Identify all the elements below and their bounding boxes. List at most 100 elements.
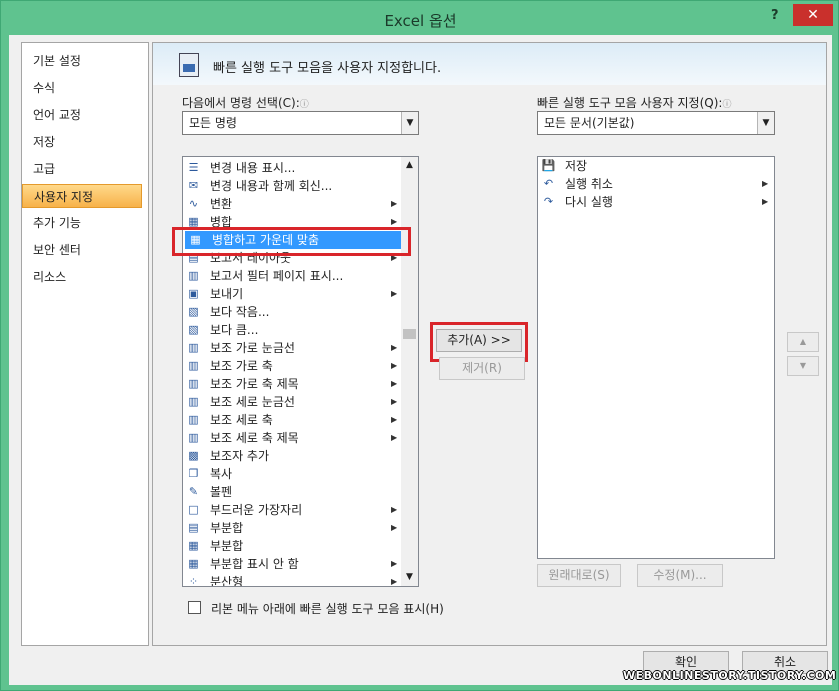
command-item[interactable]: □ 부드러운 가장자리 ▶ bbox=[183, 501, 401, 519]
nav-item[interactable]: 고급 bbox=[22, 157, 148, 181]
command-label: 볼펜 bbox=[210, 485, 233, 499]
remove-button[interactable]: 제거(R) bbox=[439, 357, 525, 380]
command-label: 보다 작음... bbox=[210, 305, 270, 319]
command-item[interactable]: ▥ 보조 세로 축 ▶ bbox=[183, 411, 401, 429]
submenu-arrow-icon: ▶ bbox=[391, 343, 398, 352]
command-label: 보조 가로 눈금선 bbox=[210, 341, 295, 355]
submenu-arrow-icon: ▶ bbox=[391, 361, 398, 370]
toolbar-item[interactable]: 💾 저장 bbox=[538, 157, 774, 175]
toolbar-scope-dropdown[interactable]: 모든 문서(기본값) ▼ bbox=[537, 111, 775, 135]
command-item[interactable]: ▤ 부분합 ▶ bbox=[183, 519, 401, 537]
submenu-arrow-icon: ▶ bbox=[762, 197, 769, 206]
command-label: 보조 세로 축 bbox=[210, 413, 273, 427]
help-button[interactable]: ? bbox=[771, 8, 779, 23]
title-bar: Excel 옵션 ? ✕ bbox=[1, 1, 839, 37]
command-item[interactable]: ▦ 부분합 bbox=[183, 537, 401, 555]
chevron-down-icon[interactable]: ▼ bbox=[757, 112, 774, 134]
toolbar-item[interactable]: ↶ 실행 취소 ▶ bbox=[538, 175, 774, 193]
command-item[interactable]: ▥ 보조 세로 눈금선 ▶ bbox=[183, 393, 401, 411]
toolbar-item-icon: ↶ bbox=[543, 177, 554, 190]
toolbar-item-icon: ↷ bbox=[543, 195, 554, 208]
toolbar-item[interactable]: ↷ 다시 실행 ▶ bbox=[538, 193, 774, 211]
command-item[interactable]: ▥ 보조 가로 눈금선 ▶ bbox=[183, 339, 401, 357]
submenu-arrow-icon: ▶ bbox=[391, 559, 398, 568]
command-icon: ▥ bbox=[188, 359, 199, 372]
commands-scrollbar[interactable]: ▲ ▼ bbox=[401, 157, 418, 586]
scroll-up-icon[interactable]: ▲ bbox=[401, 157, 418, 174]
command-icon: ▥ bbox=[188, 395, 199, 408]
command-icon: ▥ bbox=[188, 431, 199, 444]
command-label: 보내기 bbox=[210, 287, 244, 301]
command-icon: ▧ bbox=[188, 305, 199, 318]
modify-button[interactable]: 수정(M)... bbox=[637, 564, 723, 587]
toolbar-item-icon: 💾 bbox=[541, 159, 556, 172]
toolbar-item-label: 저장 bbox=[565, 159, 588, 173]
customize-toolbar-label: 빠른 실행 도구 모음 사용자 지정(Q):ⓘ bbox=[537, 94, 731, 111]
command-icon: ▥ bbox=[188, 269, 199, 282]
toolbar-item-label: 실행 취소 bbox=[565, 177, 613, 191]
scroll-thumb[interactable] bbox=[403, 329, 416, 339]
show-below-ribbon-label: 리본 메뉴 아래에 빠른 실행 도구 모음 표시(H) bbox=[211, 602, 444, 616]
command-item[interactable]: ✉ 변경 내용과 함께 회신... bbox=[183, 177, 401, 195]
command-item[interactable]: ▧ 보다 작음... bbox=[183, 303, 401, 321]
page-title: 빠른 실행 도구 모음을 사용자 지정합니다. bbox=[213, 61, 442, 76]
command-item[interactable]: ▥ 보조 가로 축 제목 ▶ bbox=[183, 375, 401, 393]
move-down-button[interactable]: ▼ bbox=[787, 356, 819, 376]
toolbar-commands-list[interactable]: 💾 저장 ↶ 실행 취소 ▶ ↷ 다시 실행 ▶ bbox=[537, 156, 775, 559]
submenu-arrow-icon: ▶ bbox=[391, 397, 398, 406]
command-label: 보조 세로 눈금선 bbox=[210, 395, 295, 409]
header-band: 빠른 실행 도구 모음을 사용자 지정합니다. bbox=[153, 43, 826, 85]
command-item[interactable]: ▩ 보조자 추가 bbox=[183, 447, 401, 465]
selected-command-highlight bbox=[172, 227, 411, 256]
command-item[interactable]: ▥ 보조 가로 축 ▶ bbox=[183, 357, 401, 375]
command-icon: ▦ bbox=[188, 557, 199, 570]
submenu-arrow-icon: ▶ bbox=[391, 577, 398, 586]
command-icon: ▤ bbox=[188, 521, 199, 534]
command-item[interactable]: ☰ 변경 내용 표시... bbox=[183, 159, 401, 177]
command-icon: ▧ bbox=[188, 323, 199, 336]
show-below-ribbon-checkbox[interactable] bbox=[188, 601, 201, 614]
info-icon: ⓘ bbox=[299, 100, 309, 110]
reset-button[interactable]: 원래대로(S) bbox=[537, 564, 621, 587]
command-icon: ✉ bbox=[188, 179, 199, 192]
submenu-arrow-icon: ▶ bbox=[391, 199, 398, 208]
nav-item[interactable]: 수식 bbox=[22, 76, 148, 100]
command-item[interactable]: ▣ 보내기 ▶ bbox=[183, 285, 401, 303]
move-up-button[interactable]: ▲ bbox=[787, 332, 819, 352]
command-icon: ▥ bbox=[188, 413, 199, 426]
command-item[interactable]: ⁘ 분산형 ▶ bbox=[183, 573, 401, 586]
command-item[interactable]: ❐ 복사 bbox=[183, 465, 401, 483]
nav-item[interactable]: 사용자 지정 bbox=[22, 184, 142, 208]
command-item[interactable]: ▧ 보다 큼... bbox=[183, 321, 401, 339]
nav-item[interactable]: 리소스 bbox=[22, 265, 148, 289]
command-label: 보다 큼... bbox=[210, 323, 259, 337]
submenu-arrow-icon: ▶ bbox=[391, 523, 398, 532]
submenu-arrow-icon: ▶ bbox=[391, 415, 398, 424]
excel-options-window: Excel 옵션 ? ✕ 기본 설정 수식 언어 교정 저장 고급 사용자 지정 추가 기능… bbox=[0, 0, 839, 691]
nav-item[interactable]: 추가 기능 bbox=[22, 211, 148, 235]
choose-commands-text: 다음에서 명령 선택(C): bbox=[182, 96, 300, 110]
command-item[interactable]: ▦ 부분합 표시 안 함 ▶ bbox=[183, 555, 401, 573]
nav-item[interactable]: 기본 설정 bbox=[22, 49, 148, 73]
command-item[interactable]: ▥ 보고서 필터 페이지 표시... bbox=[183, 267, 401, 285]
choose-commands-dropdown[interactable]: 모든 명령 ▼ bbox=[182, 111, 419, 135]
command-icon: □ bbox=[188, 503, 199, 516]
scroll-down-icon[interactable]: ▼ bbox=[401, 569, 418, 586]
nav-item[interactable]: 저장 bbox=[22, 130, 148, 154]
nav-item[interactable]: 보안 센터 bbox=[22, 238, 148, 262]
customize-toolbar-text: 빠른 실행 도구 모음 사용자 지정(Q): bbox=[537, 96, 723, 110]
submenu-arrow-icon: ▶ bbox=[391, 289, 398, 298]
command-item[interactable]: ▥ 보조 세로 축 제목 ▶ bbox=[183, 429, 401, 447]
toolbar-item-label: 다시 실행 bbox=[565, 195, 613, 209]
command-item[interactable]: ∿ 변환 ▶ bbox=[183, 195, 401, 213]
command-label: 복사 bbox=[210, 467, 233, 481]
info-icon: ⓘ bbox=[722, 100, 732, 110]
commands-list[interactable]: ☰ 변경 내용 표시... ✉ 변경 내용과 함께 회신... ∿ 변환 ▶ ▦ 병합 ▶ ▦ 병합하… bbox=[182, 156, 419, 587]
customize-panel: 빠른 실행 도구 모음을 사용자 지정합니다. 다음에서 명령 선택(C):ⓘ … bbox=[152, 42, 827, 646]
command-icon: ☰ bbox=[188, 161, 199, 174]
close-button[interactable]: ✕ bbox=[793, 4, 833, 26]
chevron-down-icon[interactable]: ▼ bbox=[401, 112, 418, 134]
command-item[interactable]: ✎ 볼펜 bbox=[183, 483, 401, 501]
command-icon: ∿ bbox=[188, 197, 199, 210]
nav-item[interactable]: 언어 교정 bbox=[22, 103, 148, 127]
